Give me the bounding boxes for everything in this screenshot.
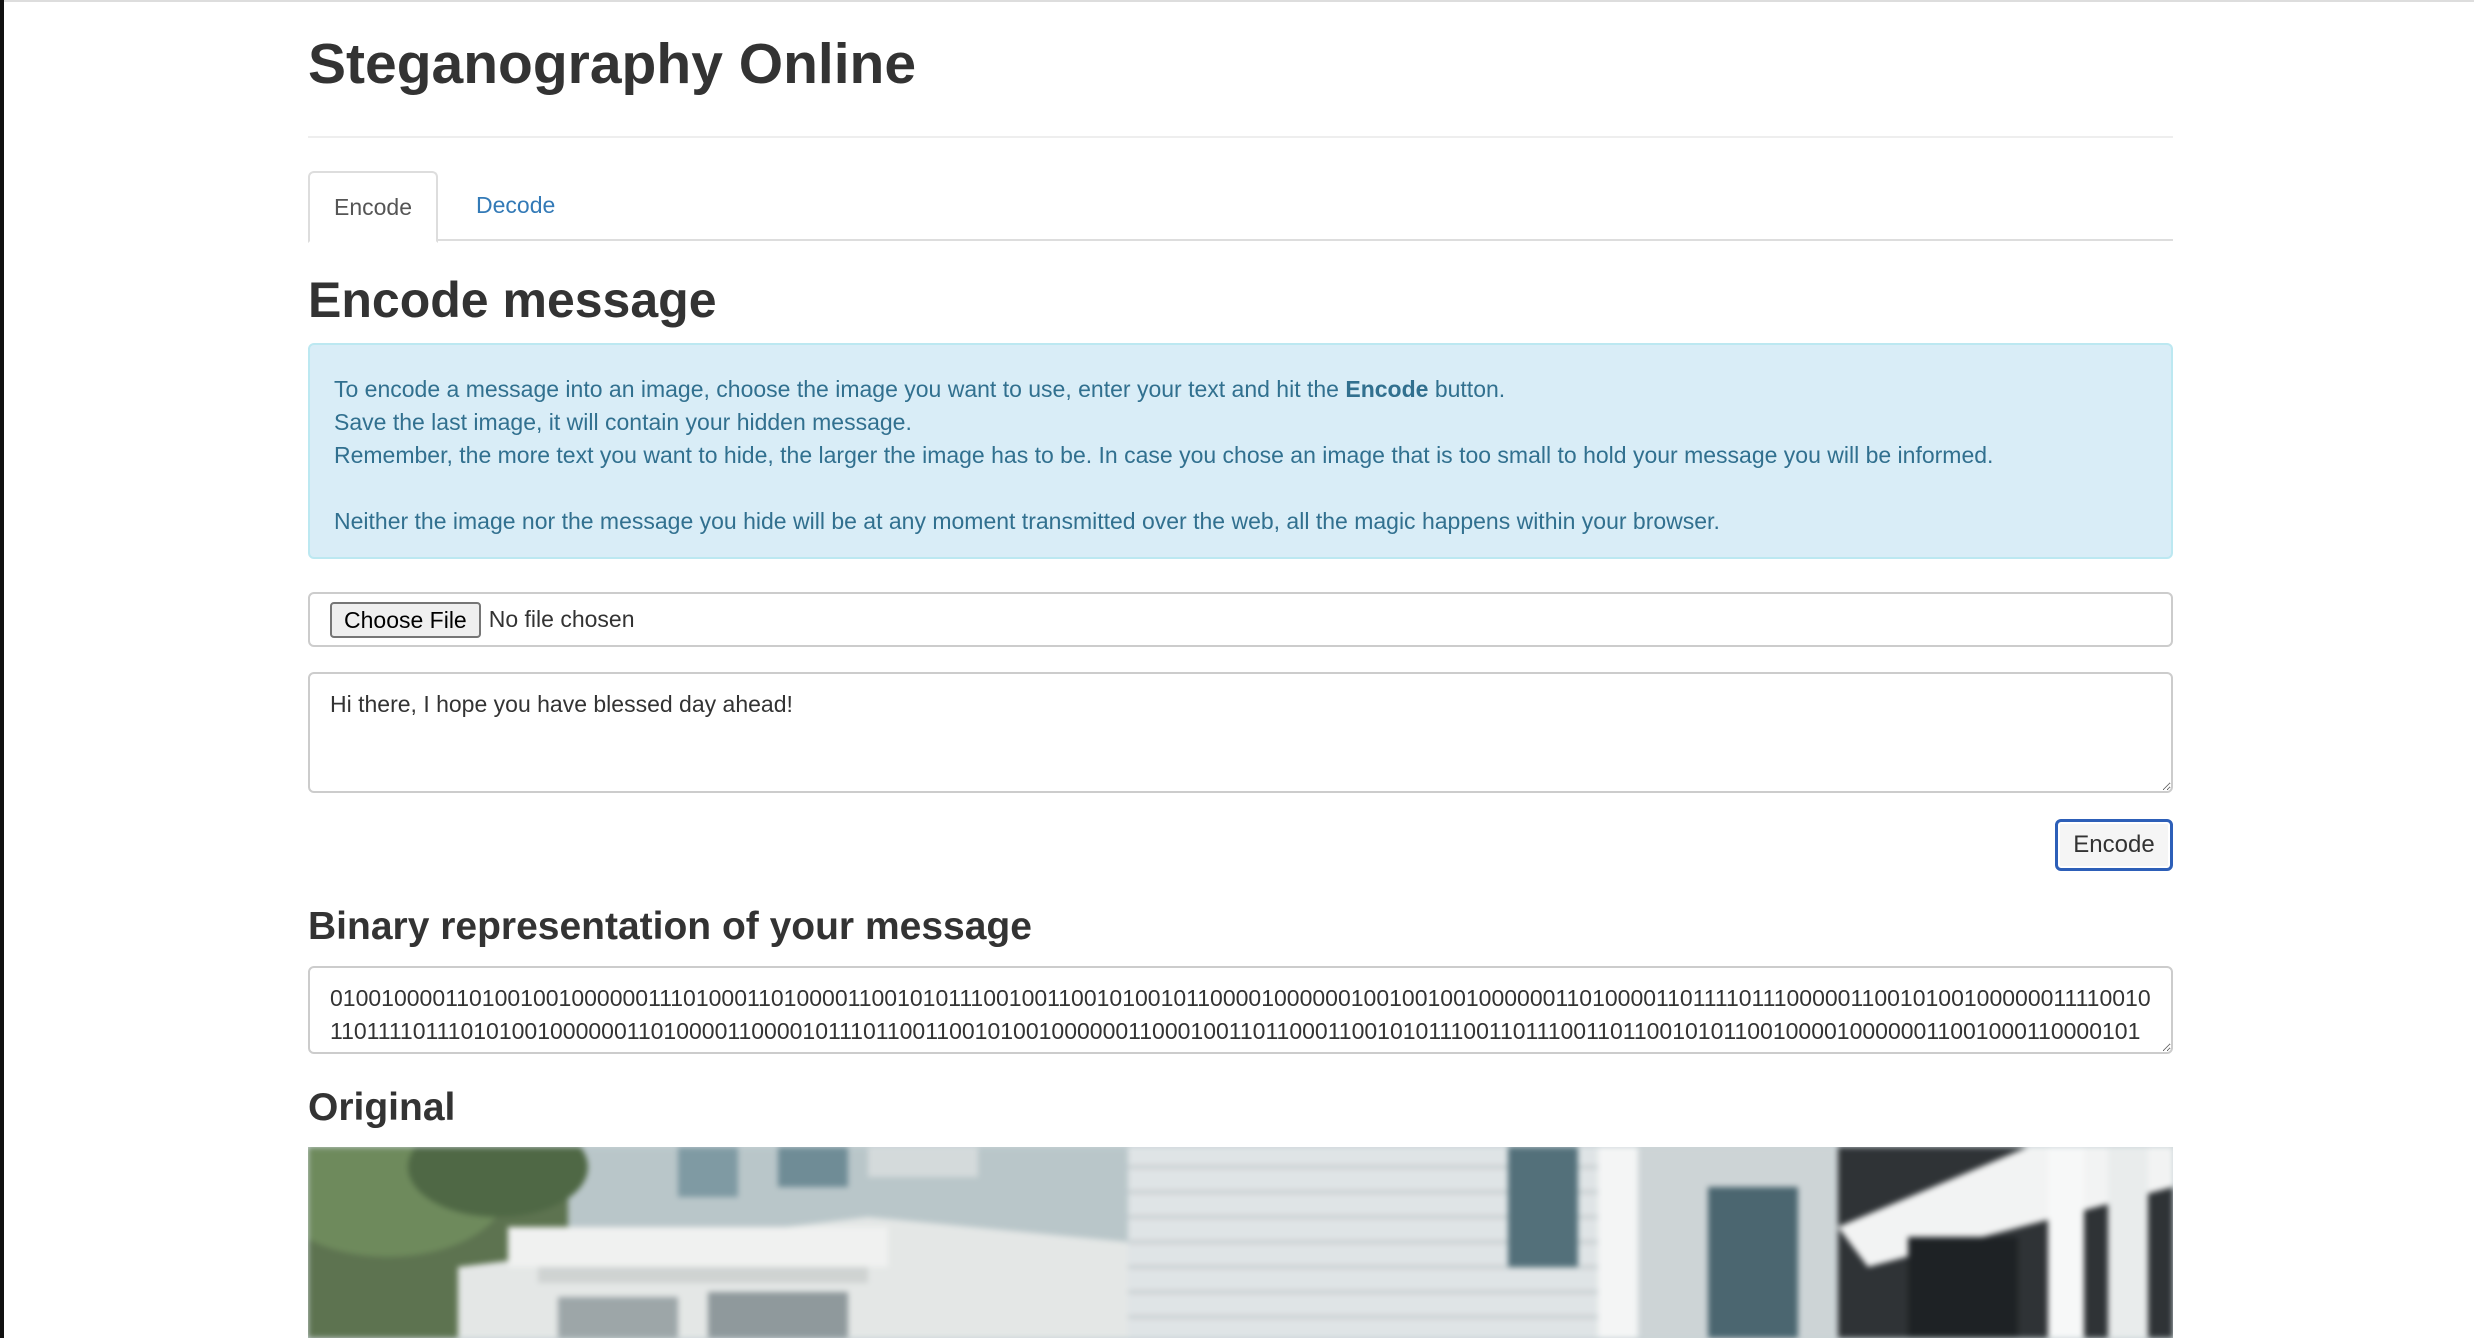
info-line-2: Save the last image, it will contain you… [334,409,912,435]
message-textarea[interactable]: Hi there, I hope you have blessed day ah… [308,672,2173,793]
original-image-photo [308,1147,2173,1338]
file-status-text: No file chosen [488,606,635,632]
window-left-edge [0,0,4,1338]
page-title: Steganography Online [308,32,917,96]
tab-bar: Encode Decode [308,171,2173,243]
info-line-1: To encode a message into an image, choos… [334,373,2147,406]
original-section-title: Original [308,1086,456,1129]
choose-file-button[interactable]: Choose File [330,601,481,638]
original-image [308,1147,2173,1338]
info-encode-emphasis: Encode [1345,376,1429,402]
info-line-4: Neither the image nor the message you hi… [334,508,1720,534]
file-input[interactable]: Choose File No file chosen [308,592,2173,647]
tab-decode[interactable]: Decode [452,171,579,241]
tab-encode[interactable]: Encode [308,171,439,243]
info-line-1-tail: button. [1428,376,1506,402]
main-container: Steganography Online Encode Decode Encod… [308,0,2173,1338]
info-alert: To encode a message into an image, choos… [308,343,2173,559]
binary-section-title: Binary representation of your message [308,905,1032,948]
encode-button[interactable]: Encode [2055,819,2173,871]
encode-section-title: Encode message [308,272,717,328]
page-header: Steganography Online [308,0,2173,138]
info-line-3: Remember, the more text you want to hide… [334,442,1994,468]
info-line-1-text: To encode a message into an image, choos… [334,376,1346,402]
binary-output-textarea[interactable]: 0100100001101001001000000111010001101000… [308,966,2173,1054]
